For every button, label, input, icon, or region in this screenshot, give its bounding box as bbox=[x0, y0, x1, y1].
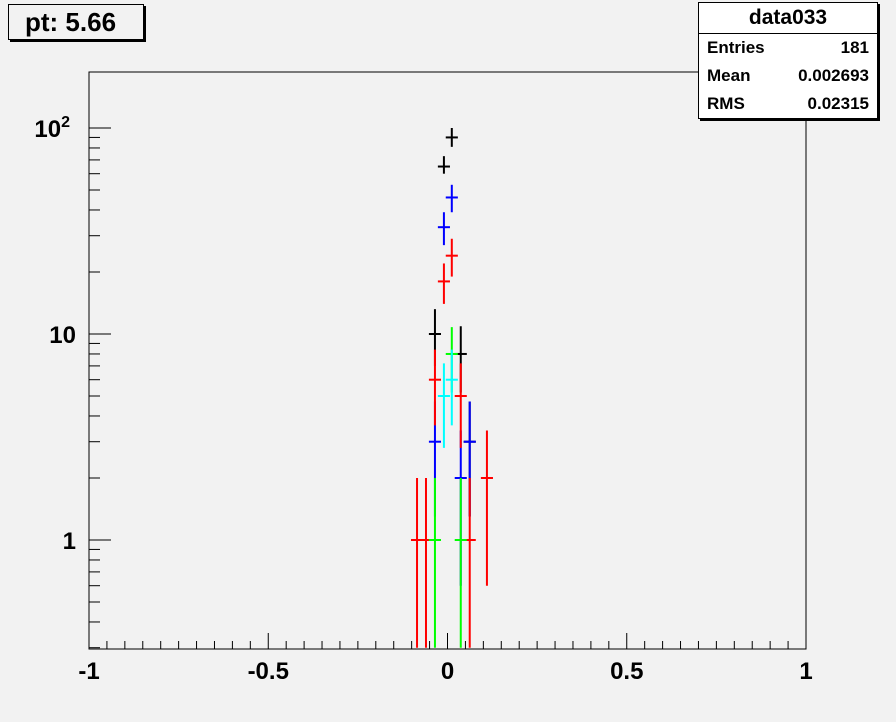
x-tick-label: 0.5 bbox=[610, 658, 643, 685]
stats-value: 0.02315 bbox=[807, 94, 869, 113]
y-tick-label: 10 bbox=[49, 322, 76, 349]
stats-label: Entries bbox=[707, 38, 765, 57]
y-tick-label: 1 bbox=[63, 528, 76, 555]
plot-frame bbox=[88, 71, 807, 650]
stats-name: data033 bbox=[699, 3, 877, 34]
x-tick-label: 1 bbox=[799, 658, 812, 685]
stats-row-entries: Entries 181 bbox=[699, 34, 877, 62]
stats-label: RMS bbox=[707, 94, 745, 113]
stats-row-mean: Mean 0.002693 bbox=[699, 62, 877, 90]
x-tick-label: 0 bbox=[441, 658, 454, 685]
title-label: pt: 5.66 bbox=[25, 7, 117, 37]
x-tick-label: -1 bbox=[78, 658, 99, 685]
x-tick-label: -0.5 bbox=[248, 658, 289, 685]
title-box: pt: 5.66 bbox=[8, 4, 144, 40]
y-tick-label: 102 bbox=[34, 114, 70, 143]
stats-box: data033 Entries 181 Mean 0.002693 RMS 0.… bbox=[698, 2, 878, 119]
stats-value: 181 bbox=[840, 38, 869, 57]
stats-row-rms: RMS 0.02315 bbox=[699, 90, 877, 118]
stats-label: Mean bbox=[707, 66, 751, 85]
stats-value: 0.002693 bbox=[798, 66, 869, 85]
